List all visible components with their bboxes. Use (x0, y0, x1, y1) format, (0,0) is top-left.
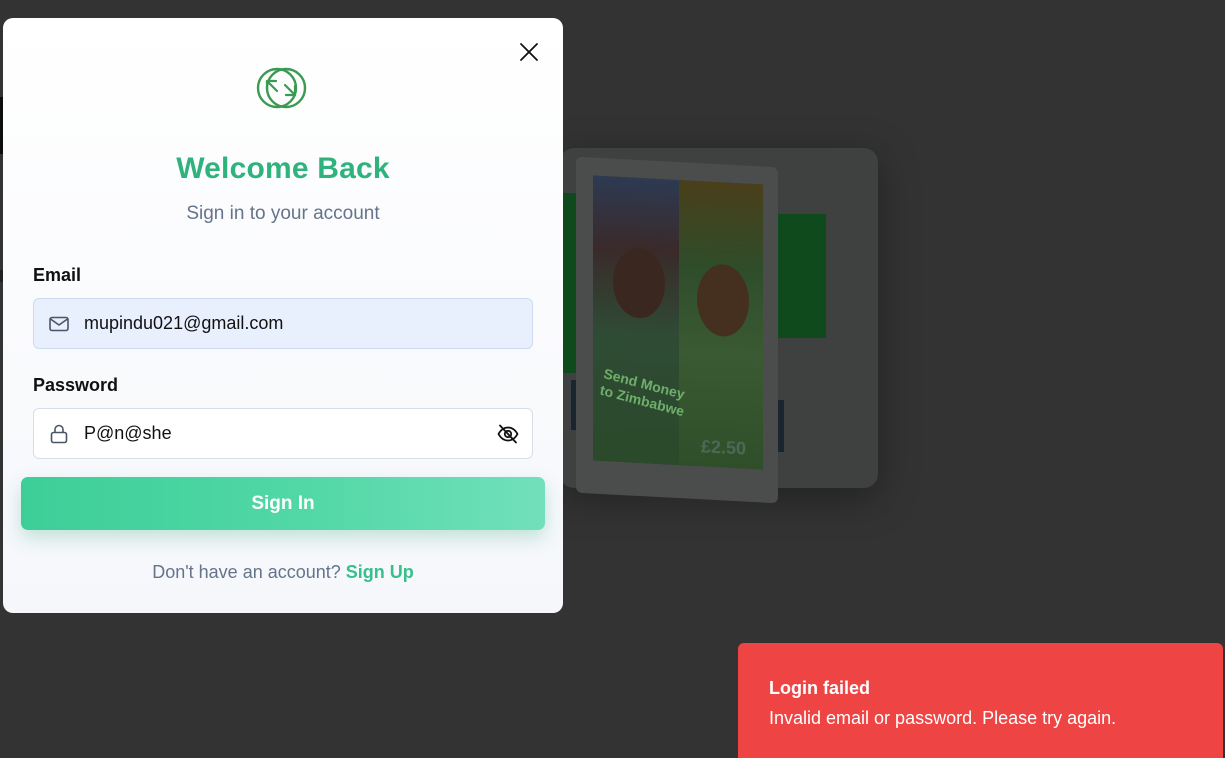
sign-in-button[interactable]: Sign In (21, 477, 545, 530)
exchange-logo-icon (256, 67, 307, 109)
toggle-password-visibility-button[interactable] (496, 422, 520, 446)
page-title: Welcome Back (176, 152, 390, 185)
sign-up-link[interactable]: Sign Up (346, 562, 414, 582)
eye-off-icon (497, 424, 519, 444)
signup-prompt: Don't have an account? Sign Up (3, 562, 563, 583)
password-field[interactable] (33, 408, 533, 459)
mail-icon (49, 316, 69, 332)
toast-message: Invalid email or password. Please try ag… (769, 708, 1117, 728)
promo-price-text: £2.50 (701, 436, 747, 459)
email-label: Email (33, 265, 82, 285)
close-button[interactable] (517, 40, 541, 64)
error-toast[interactable]: Login failed Invalid email or password. … (738, 643, 1223, 758)
password-input[interactable] (84, 409, 484, 458)
email-field[interactable] (33, 298, 533, 349)
password-label: Password (33, 375, 119, 395)
lock-icon (50, 424, 68, 444)
background-panel-right (778, 400, 784, 452)
signup-prompt-text: Don't have an account? (152, 562, 346, 582)
background-promo-image: Send Money to Zimbabwe £2.50 (593, 175, 763, 470)
email-input[interactable] (84, 299, 484, 348)
background-flag-right (778, 214, 826, 338)
page-subtitle: Sign in to your account (186, 203, 380, 224)
close-icon (520, 43, 538, 61)
toast-title: Login failed (769, 678, 870, 698)
